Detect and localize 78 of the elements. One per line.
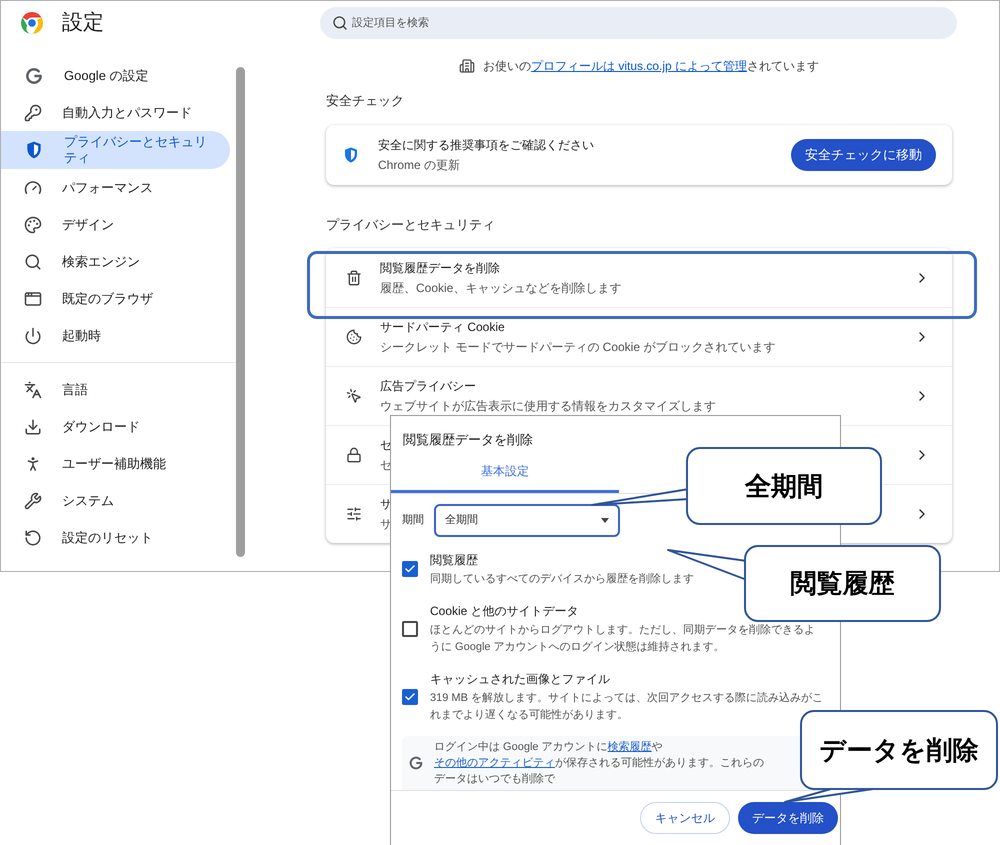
settings-row[interactable]: 閲覧履歴データを削除 履歴、Cookie、キャッシュなどを削除します (326, 248, 952, 307)
sidebar-item[interactable]: ダウンロード (1, 408, 230, 445)
sidebar-item[interactable]: 言語 (1, 371, 230, 408)
checkbox[interactable] (402, 688, 418, 704)
option-title: キャッシュされた画像とファイル (430, 670, 610, 688)
other-activity-link[interactable]: その他のアクティビティ (434, 756, 555, 768)
dialog-tab[interactable]: 基本設定 (391, 462, 619, 492)
option-description: 同期しているすべてのデバイスから履歴を削除します (430, 572, 694, 586)
dropdown-caret-icon (601, 518, 609, 522)
trash-icon (346, 270, 362, 286)
cancel-button[interactable]: キャンセル (640, 802, 730, 834)
sidebar-item[interactable]: システム (1, 482, 230, 519)
sidebar-item[interactable]: 設定のリセット (1, 519, 230, 556)
sidebar-item[interactable]: ユーザー補助機能 (1, 445, 230, 482)
google-g-icon (24, 66, 44, 86)
section-heading: 安全チェック (326, 92, 404, 110)
sidebar-item[interactable]: Google の設定 (1, 57, 230, 94)
search-history-link[interactable]: 検索履歴 (608, 740, 652, 752)
power-icon (24, 326, 42, 344)
page-title: 設定 (62, 10, 104, 36)
delete-data-button[interactable]: データを削除 (738, 802, 838, 834)
dialog-title: 閲覧履歴データを削除 (402, 431, 534, 449)
scrollbar[interactable] (236, 67, 245, 557)
row-title: セ (380, 437, 392, 454)
sidebar-item[interactable]: 自動入力とパスワード (1, 94, 230, 131)
row-subtitle: シークレット モードでサードパーティの Cookie がブロックされています (380, 339, 776, 356)
sidebar-item[interactable]: デザイン (1, 206, 230, 243)
building-icon (458, 58, 475, 74)
safety-check-button[interactable]: 安全チェックに移動 (791, 138, 936, 170)
card-subtitle: Chrome の更新 (378, 156, 462, 174)
palette-icon (24, 216, 42, 234)
cookie-icon (346, 329, 362, 345)
window-icon (24, 290, 42, 308)
managed-notice: お使いのプロフィールは vitus.co.jp によって管理されています (482, 58, 820, 75)
search-icon (24, 252, 42, 270)
shield-icon (342, 146, 360, 164)
key-icon (24, 104, 42, 122)
gauge-icon (24, 178, 42, 196)
callout: 閲覧履歴 (744, 545, 941, 622)
translate-icon (24, 380, 42, 398)
chrome-logo-icon (20, 11, 44, 35)
reset-icon (24, 528, 42, 546)
profile-link[interactable]: プロフィールは vitus.co.jp によって管理 (530, 59, 748, 73)
row-title: 広告プライバシー (380, 378, 476, 395)
callout: 全期間 (686, 447, 882, 525)
card-title: 安全に関する推奨事項をご確認ください (378, 136, 595, 154)
period-select[interactable]: 全期間 (434, 504, 620, 536)
search-field[interactable]: 設定項目を検索 (320, 7, 957, 39)
search-icon (332, 15, 348, 31)
row-title: サードパーティ Cookie (380, 319, 505, 336)
row-title: サ (380, 496, 392, 513)
option-title: 閲覧履歴 (430, 552, 478, 568)
row-subtitle: 履歴、Cookie、キャッシュなどを削除します (380, 280, 622, 296)
download-icon (24, 418, 42, 436)
info-text: ログイン中は Google アカウントに検索履歴や その他のアクティビティ が保存される可能性があります。これらのデータはいつでも削除で (434, 740, 765, 786)
sidebar-item[interactable]: パフォーマンス (1, 169, 230, 206)
checkbox[interactable] (402, 561, 418, 577)
sliders-icon (346, 506, 362, 522)
option-title: Cookie と他のサイトデータ (430, 602, 579, 620)
sidebar-item[interactable]: 起動時 (1, 317, 230, 354)
row-subtitle: ウェブサイトが広告表示に使用する情報をカスタマイズします (380, 398, 716, 415)
settings-row[interactable]: サードパーティ Cookie シークレット モードでサードパーティの Cookie がブロックされています (326, 307, 952, 366)
row-subtitle: セ (380, 457, 392, 474)
row-subtitle: サ (380, 516, 392, 533)
sidebar-item[interactable]: 既定のブラウザ (1, 280, 230, 317)
sidebar-item[interactable]: プライバシーとセキュリティ (1, 131, 230, 169)
sidebar-item[interactable]: 検索エンジン (1, 243, 230, 280)
row-title: 閲覧履歴データを削除 (380, 260, 500, 276)
option-description: ほとんどのサイトからログアウトします。ただし、同期データを削除できるように Google アカウントへのログイン状態は維持されます。 (430, 622, 816, 654)
period-label: 期間 (402, 512, 424, 528)
checkbox[interactable] (402, 620, 418, 636)
lock-icon (346, 447, 362, 463)
check-icon (404, 690, 416, 702)
check-icon (404, 563, 416, 575)
google-g-icon (408, 754, 424, 770)
cursor-target-icon (346, 388, 362, 404)
section-heading: プライバシーとセキュリティ (326, 216, 495, 234)
wrench-icon (24, 492, 42, 510)
